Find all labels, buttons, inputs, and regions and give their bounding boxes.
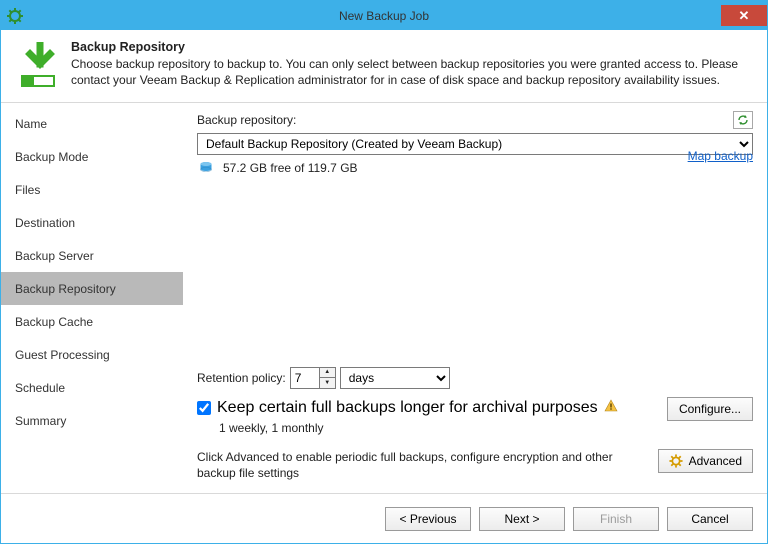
disk-icon xyxy=(197,161,215,175)
next-button[interactable]: Next > xyxy=(479,507,565,531)
warning-icon xyxy=(604,399,618,416)
sidebar-item-backup-cache[interactable]: Backup Cache xyxy=(1,305,183,338)
main-panel: Backup repository: Default Backup Reposi… xyxy=(183,103,767,493)
dialog-window: New Backup Job ✕ Backup Repository Choos… xyxy=(0,0,768,544)
header-title: Backup Repository xyxy=(71,40,753,54)
keep-full-row: Keep certain full backups longer for arc… xyxy=(197,399,667,417)
sidebar-item-guest-processing[interactable]: Guest Processing xyxy=(1,338,183,371)
titlebar: New Backup Job ✕ xyxy=(1,1,767,30)
sidebar-item-summary[interactable]: Summary xyxy=(1,404,183,437)
retention-unit-select[interactable]: days xyxy=(340,367,450,389)
previous-button[interactable]: < Previous xyxy=(385,507,471,531)
window-gear-icon xyxy=(7,8,23,24)
sidebar-item-backup-mode[interactable]: Backup Mode xyxy=(1,140,183,173)
advanced-button[interactable]: Advanced xyxy=(658,449,753,473)
disk-free-text: 57.2 GB free of 119.7 GB xyxy=(223,161,358,175)
cancel-button[interactable]: Cancel xyxy=(667,507,753,531)
finish-button[interactable]: Finish xyxy=(573,507,659,531)
advanced-hint: Click Advanced to enable periodic full b… xyxy=(197,449,658,481)
sidebar-item-backup-server[interactable]: Backup Server xyxy=(1,239,183,272)
keep-full-summary: 1 weekly, 1 monthly xyxy=(219,421,667,435)
header-icon xyxy=(15,40,65,92)
close-icon[interactable]: ✕ xyxy=(721,5,767,26)
sidebar-item-files[interactable]: Files xyxy=(1,173,183,206)
window-title: New Backup Job xyxy=(1,9,767,23)
repository-select[interactable]: Default Backup Repository (Created by Ve… xyxy=(197,133,753,155)
repo-label: Backup repository: xyxy=(197,113,296,127)
header-description: Choose backup repository to backup to. Y… xyxy=(71,56,753,88)
keep-full-label: Keep certain full backups longer for arc… xyxy=(217,399,598,417)
sidebar-item-name[interactable]: Name xyxy=(1,107,183,140)
spinner-down-icon[interactable]: ▼ xyxy=(320,378,335,388)
sidebar-item-schedule[interactable]: Schedule xyxy=(1,371,183,404)
wizard-sidebar: NameBackup ModeFilesDestinationBackup Se… xyxy=(1,103,183,493)
gear-icon xyxy=(669,454,683,468)
retention-value-input[interactable] xyxy=(291,368,319,388)
sidebar-item-destination[interactable]: Destination xyxy=(1,206,183,239)
sidebar-item-backup-repository[interactable]: Backup Repository xyxy=(1,272,183,305)
keep-full-checkbox[interactable] xyxy=(197,401,211,415)
footer: < Previous Next > Finish Cancel xyxy=(1,493,767,543)
map-backup-link[interactable]: Map backup xyxy=(688,149,753,163)
retention-label: Retention policy: xyxy=(197,371,286,385)
retention-stepper[interactable]: ▲ ▼ xyxy=(290,367,336,389)
spinner-up-icon[interactable]: ▲ xyxy=(320,368,335,379)
wizard-header: Backup Repository Choose backup reposito… xyxy=(1,30,767,103)
configure-button[interactable]: Configure... xyxy=(667,397,753,421)
refresh-button[interactable] xyxy=(733,111,753,129)
